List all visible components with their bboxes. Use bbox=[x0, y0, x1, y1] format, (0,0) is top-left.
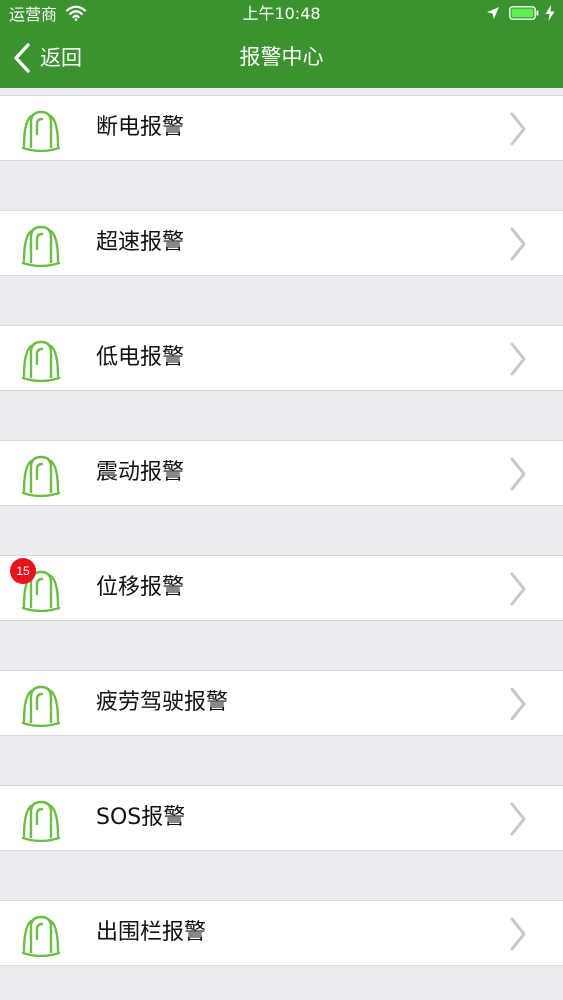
chevron-left-icon bbox=[14, 43, 30, 73]
alarm-item-label: 低电报警 bbox=[96, 345, 185, 370]
alarm-item-vibration[interactable]: 震动报警 bbox=[0, 440, 563, 506]
chevron-right-icon bbox=[510, 227, 526, 261]
alarm-item-label: 断电报警 bbox=[96, 115, 185, 140]
alarm-light-icon bbox=[21, 455, 61, 497]
status-time: 上午10:48 bbox=[242, 4, 321, 23]
chevron-right-icon bbox=[510, 917, 526, 951]
back-button[interactable]: 返回 bbox=[12, 40, 82, 76]
chevron-right-icon bbox=[510, 112, 526, 146]
chevron-right-icon bbox=[510, 687, 526, 721]
alarm-item-displacement[interactable]: 15 位移报警 bbox=[0, 555, 563, 621]
alarm-item-label: 疲劳驾驶报警 bbox=[96, 690, 229, 715]
page-title: 报警中心 bbox=[239, 45, 324, 69]
battery-icon bbox=[509, 6, 539, 20]
alarm-item-fatigue-driving[interactable]: 疲劳驾驶报警 bbox=[0, 670, 563, 736]
alarm-light-icon bbox=[21, 685, 61, 727]
alarm-item-overspeed[interactable]: 超速报警 bbox=[0, 210, 563, 276]
charging-bolt-icon bbox=[545, 5, 555, 21]
alarm-light-icon bbox=[21, 800, 61, 842]
alarm-item-label: 震动报警 bbox=[96, 460, 185, 485]
alarm-item-sos[interactable]: SOS报警 bbox=[0, 785, 563, 851]
unread-count-badge: 15 bbox=[10, 558, 36, 584]
alarm-item-label: SOS报警 bbox=[96, 805, 186, 830]
alarm-item-geofence-exit[interactable]: 出围栏报警 bbox=[0, 900, 563, 966]
alarm-item-label: 超速报警 bbox=[96, 230, 185, 255]
location-arrow-icon bbox=[487, 7, 499, 19]
alarm-item-low-battery[interactable]: 低电报警 bbox=[0, 325, 563, 391]
alarm-light-icon bbox=[21, 225, 61, 267]
chevron-right-icon bbox=[510, 457, 526, 491]
status-bar: 运营商 上午10:48 bbox=[0, 0, 563, 30]
alarm-light-icon bbox=[21, 915, 61, 957]
alarm-light-icon bbox=[21, 340, 61, 382]
back-button-label: 返回 bbox=[40, 46, 82, 70]
chevron-right-icon bbox=[510, 802, 526, 836]
chevron-right-icon bbox=[510, 572, 526, 606]
chevron-right-icon bbox=[510, 342, 526, 376]
alarm-light-icon bbox=[21, 110, 61, 152]
alarm-item-label: 位移报警 bbox=[96, 575, 185, 600]
navigation-bar: 返回 报警中心 bbox=[0, 30, 563, 88]
alarm-item-label: 出围栏报警 bbox=[96, 920, 207, 945]
top-bar: 运营商 上午10:48 返回 报警中心 bbox=[0, 0, 563, 88]
alarm-item-power-off[interactable]: 断电报警 bbox=[0, 95, 563, 161]
